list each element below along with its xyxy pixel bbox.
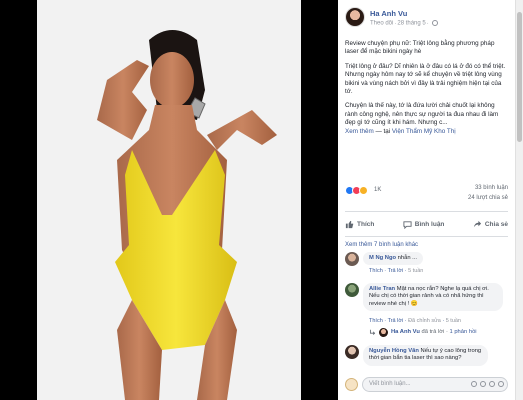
post-paragraph-2: Triệt lông ở đâu? Dĩ nhiên là ở đâu có l… xyxy=(345,62,506,96)
reply-count: 1 phản hồi xyxy=(449,329,477,335)
comment-actions: Thích · Trả lời · Đã chỉnh sửa · 5 tuần xyxy=(369,318,461,324)
divider xyxy=(345,211,508,212)
comment-reply-link[interactable]: Trả lời xyxy=(388,318,404,324)
post-body: Review chuyện phụ nữ: Triệt lông bằng ph… xyxy=(345,40,508,142)
tag-separator: — tại xyxy=(373,127,392,135)
reply-author-name: Ha Anh Vu xyxy=(391,329,420,335)
emoji-icon[interactable] xyxy=(471,381,477,387)
reply-summary-text: Ha Anh Vu đã trả lời · 1 phản hồi xyxy=(391,329,477,335)
post-paragraph-3: Chuyện là thế này, tớ là đứa lười chải c… xyxy=(345,102,508,136)
share-count[interactable]: 24 lượt chia sẻ xyxy=(468,195,508,201)
current-user-avatar xyxy=(345,378,358,391)
thumbs-up-icon xyxy=(345,220,354,228)
photo-stage xyxy=(0,0,338,400)
comment-reply-link[interactable]: Trả lời xyxy=(388,268,404,274)
view-more-comments-link[interactable]: Xem thêm 7 bình luận khác xyxy=(345,242,418,248)
comment-bubble: Allie Tran Mặt na nọc rắn? Nghe lạ quá c… xyxy=(363,283,503,312)
reply-label: đã trả lời xyxy=(421,329,445,335)
comment-like-link[interactable]: Thích xyxy=(369,268,383,274)
reactions-bar: 1K 33 bình luận 24 lượt chia sẻ xyxy=(345,184,508,201)
divider xyxy=(345,236,508,237)
comment-item: Nguyễn Hồng Vân Nếu tự ý cao lông trong … xyxy=(345,345,508,375)
sticker-icon[interactable] xyxy=(498,381,504,387)
post-header: Ha Anh Vu Theo dõi·28 tháng 5· xyxy=(345,7,510,33)
comment-count[interactable]: 33 bình luận xyxy=(475,185,508,191)
comment-edited-label[interactable]: Đã chỉnh sửa xyxy=(408,318,441,324)
commenter-name[interactable]: Nguyễn Hồng Vân xyxy=(369,348,419,354)
like-button-label: Thích xyxy=(357,220,375,228)
share-button[interactable]: Chia sẻ xyxy=(473,220,508,229)
reaction-count[interactable]: 1K xyxy=(374,187,381,193)
tagged-place-link[interactable]: Viện Thẩm Mỹ Kho Thị xyxy=(392,128,456,135)
globe-icon xyxy=(431,20,438,26)
share-icon xyxy=(473,220,481,227)
comment-actions: Thích · Trả lời · 5 tuần xyxy=(369,268,424,274)
post-meta: Theo dõi·28 tháng 5· xyxy=(370,20,438,27)
post-paragraph-3-text: Chuyện là thế này, tớ là đứa lười chải c… xyxy=(345,102,499,127)
comment-item: Allie Tran Mặt na nọc rắn? Nghe lạ quá c… xyxy=(345,283,508,327)
reply-summary[interactable]: Ha Anh Vu đã trả lời · 1 phản hồi xyxy=(345,328,508,340)
comment-tools xyxy=(471,381,504,387)
reply-arrow-icon xyxy=(369,329,376,335)
post-actions: Thích Bình luận Chia sẻ xyxy=(345,216,508,232)
post-photo[interactable] xyxy=(37,0,301,400)
wow-icon xyxy=(359,186,368,195)
share-button-label: Chia sẻ xyxy=(484,220,508,228)
comment-like-link[interactable]: Thích xyxy=(369,318,383,324)
scrollbar-thumb[interactable] xyxy=(517,12,522,142)
comment-button-label: Bình luận xyxy=(414,220,445,228)
author-name[interactable]: Ha Anh Vu xyxy=(370,9,407,18)
commenter-avatar[interactable] xyxy=(345,252,359,266)
author-avatar[interactable] xyxy=(345,7,365,27)
camera-icon[interactable] xyxy=(480,381,486,387)
scrollbar[interactable] xyxy=(515,0,523,400)
reaction-icons[interactable] xyxy=(345,186,368,195)
swimsuit-photo-illustration xyxy=(37,0,301,400)
comment-time[interactable]: 5 tuần xyxy=(446,318,461,324)
comment-text: nhẫn ... xyxy=(397,255,418,261)
follow-label[interactable]: Theo dõi xyxy=(370,21,393,27)
comment-item: M Ng Ngo nhẫn ... Thích · Trả lời · 5 tu… xyxy=(345,252,508,278)
comment-time[interactable]: 5 tuần xyxy=(408,268,423,274)
comment-icon xyxy=(403,220,412,229)
commenter-name[interactable]: M Ng Ngo xyxy=(369,255,396,261)
see-more-link[interactable]: Xem thêm xyxy=(345,128,374,135)
gif-icon[interactable] xyxy=(489,381,495,387)
commenter-avatar[interactable] xyxy=(345,283,359,297)
reply-author-avatar xyxy=(379,328,388,337)
post-paragraph-1: Review chuyện phụ nữ: Triệt lông bằng ph… xyxy=(345,40,495,56)
comment-button[interactable]: Bình luận xyxy=(403,220,445,229)
like-button[interactable]: Thích xyxy=(345,220,374,229)
commenter-avatar[interactable] xyxy=(345,345,359,359)
write-comment-box: Viết bình luận... xyxy=(345,377,508,393)
comment-bubble: M Ng Ngo nhẫn ... xyxy=(363,252,424,266)
post-date[interactable]: 28 tháng 5 xyxy=(397,21,425,27)
commenter-name[interactable]: Allie Tran xyxy=(369,286,395,292)
post-side-panel: Ha Anh Vu Theo dõi·28 tháng 5· Review ch… xyxy=(338,0,515,400)
facebook-photo-viewer: Ha Anh Vu Theo dõi·28 tháng 5· Review ch… xyxy=(0,0,523,400)
comment-bubble: Nguyễn Hồng Vân Nếu tự ý cao lông trong … xyxy=(363,345,488,366)
